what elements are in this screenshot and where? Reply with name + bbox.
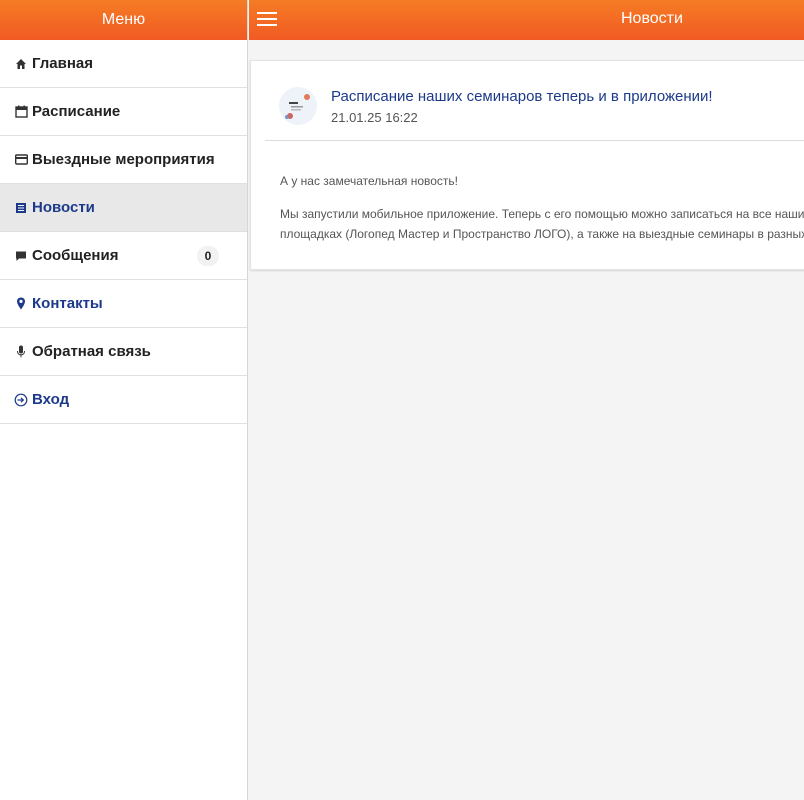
top-bar: Новости — [249, 0, 804, 40]
news-date: 21.01.25 16:22 — [331, 110, 418, 125]
news-body: А у нас замечательная новость! Мы запуст… — [251, 141, 804, 244]
news-title[interactable]: Расписание наших семинаров теперь и в пр… — [331, 88, 713, 105]
sidebar: Меню Главная Расписание Выездные меропри… — [0, 0, 248, 800]
news-card-header: Расписание наших семинаров теперь и в пр… — [265, 61, 804, 141]
sidebar-item-label: Сообщения — [32, 247, 119, 264]
sidebar-item-messages[interactable]: Сообщения 0 — [0, 232, 247, 280]
main-content: Новости Расписание наших семинаров тепер… — [249, 0, 804, 800]
sidebar-item-feedback[interactable]: Обратная связь — [0, 328, 247, 376]
sidebar-item-label: Новости — [32, 199, 95, 216]
news-paragraph: Мы запустили мобильное приложение. Тепер… — [280, 207, 804, 221]
sidebar-item-label: Вход — [32, 391, 70, 408]
app: Меню Главная Расписание Выездные меропри… — [0, 0, 804, 800]
page-title: Новости — [621, 10, 683, 27]
map-pin-icon — [14, 297, 28, 311]
sidebar-item-label: Главная — [32, 55, 94, 72]
home-icon — [14, 57, 28, 71]
sidebar-item-schedule[interactable]: Расписание — [0, 88, 247, 136]
microphone-icon — [14, 345, 28, 359]
sidebar-item-label: Расписание — [32, 103, 121, 120]
sign-in-icon — [14, 393, 28, 407]
news-paragraph: площадках (Логопед Мастер и Пространство… — [280, 227, 804, 241]
sidebar-item-login[interactable]: Вход — [0, 376, 247, 424]
message-icon — [14, 249, 28, 263]
sidebar-item-news[interactable]: Новости — [0, 184, 247, 232]
sidebar-item-events[interactable]: Выездные мероприятия — [0, 136, 247, 184]
sidebar-item-home[interactable]: Главная — [0, 40, 247, 88]
list-icon — [14, 201, 28, 215]
sidebar-item-label: Контакты — [32, 295, 103, 312]
sidebar-item-contacts[interactable]: Контакты — [0, 280, 247, 328]
sidebar-item-label: Обратная связь — [32, 343, 151, 360]
sidebar-item-label: Выездные мероприятия — [32, 151, 215, 168]
calendar-icon — [14, 105, 28, 119]
news-card: Расписание наших семинаров теперь и в пр… — [250, 60, 804, 270]
hamburger-menu-icon[interactable] — [257, 12, 277, 28]
news-paragraph: А у нас замечательная новость! — [280, 174, 458, 188]
card-icon — [14, 153, 28, 167]
sidebar-title: Меню — [0, 0, 247, 40]
news-avatar — [279, 87, 317, 125]
messages-count-badge: 0 — [197, 246, 219, 266]
